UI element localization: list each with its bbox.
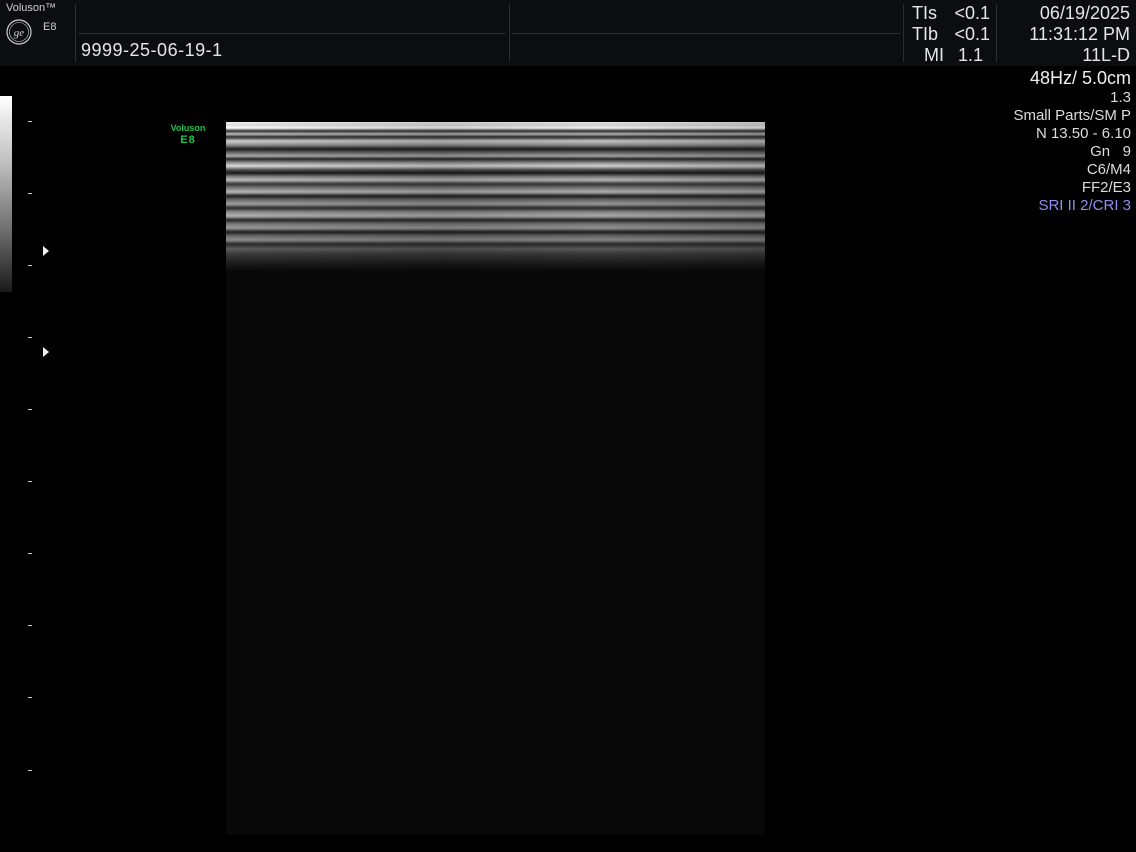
tib-label: TIb xyxy=(912,24,939,44)
depth-tick xyxy=(28,193,32,194)
header-divider xyxy=(996,4,997,62)
brand-name: Voluson™ xyxy=(6,2,57,14)
safety-indices: TIs <0.1 TIb <0.1 MI 1.1 xyxy=(912,3,990,66)
depth-tick xyxy=(28,481,32,482)
header-divider xyxy=(903,4,904,62)
probe-name: 11L-D xyxy=(1082,45,1130,65)
patient-id: 9999-25-06-19-1 xyxy=(81,40,223,60)
grayscale-bar xyxy=(0,96,12,292)
header-rule xyxy=(78,33,506,34)
depth-tick xyxy=(28,337,32,338)
focus-marker-icon[interactable] xyxy=(43,246,49,256)
image-logo: Voluson E8 xyxy=(168,122,208,146)
frequency: N 13.50 - 6.10 xyxy=(1035,125,1131,142)
preset-name: Small Parts/SM P xyxy=(1013,107,1131,124)
depth-tick xyxy=(28,265,32,266)
mi-value: 1.1 xyxy=(958,45,984,65)
ge-logo-icon: ge xyxy=(6,19,32,45)
header-rule xyxy=(512,33,900,34)
header-divider xyxy=(75,4,76,62)
exam-time: 11:31:12 PM xyxy=(1029,24,1130,44)
tib-value: <0.1 xyxy=(954,24,990,44)
model-name: E8 xyxy=(43,21,57,33)
depth-tick xyxy=(28,625,32,626)
zoom-factor: 1.3 xyxy=(1110,89,1131,106)
tis-value: <0.1 xyxy=(954,3,990,23)
header-divider xyxy=(509,4,510,62)
tis-label: TIs xyxy=(912,3,937,23)
filter: FF2/E3 xyxy=(1081,179,1131,196)
image-logo-brand: Voluson xyxy=(170,123,206,133)
focus-marker-icon[interactable] xyxy=(43,347,49,357)
depth-tick xyxy=(28,553,32,554)
depth-tick xyxy=(28,121,32,122)
tissue-layers xyxy=(226,122,765,272)
svg-text:ge: ge xyxy=(14,27,25,39)
image-logo-model: E8 xyxy=(180,134,196,146)
contrast-map: C6/M4 xyxy=(1086,161,1131,178)
exam-date: 06/19/2025 xyxy=(1039,3,1130,23)
depth-tick xyxy=(28,770,32,771)
date-time-probe: 06/19/2025 11:31:12 PM 11L-D xyxy=(1029,3,1130,66)
depth-tick xyxy=(28,697,32,698)
depth-tick xyxy=(28,409,32,410)
acquisition-parameters: 48Hz/ 5.0cm 1.3 Small Parts/SM P N 13.50… xyxy=(1013,68,1131,215)
gain: Gn 9 xyxy=(1090,143,1131,160)
ultrasound-image[interactable] xyxy=(226,122,765,835)
mi-label: MI xyxy=(924,45,944,65)
sri-cri: SRI II 2/CRI 3 xyxy=(1038,197,1131,214)
frame-rate-depth: 48Hz/ 5.0cm xyxy=(1029,68,1131,88)
